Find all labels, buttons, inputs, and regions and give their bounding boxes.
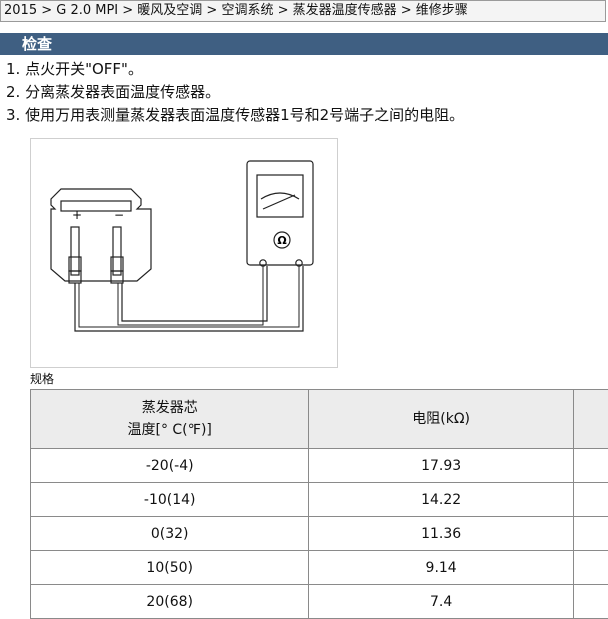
- header-extra: [573, 390, 608, 449]
- table-header-row: 蒸发器芯 温度[° C(℉)] 电阻(kΩ): [31, 390, 608, 449]
- cell-extra: [573, 551, 608, 585]
- cell-temperature: 0(32): [31, 517, 309, 551]
- cell-temperature: 10(50): [31, 551, 309, 585]
- spec-table: 蒸发器芯 温度[° C(℉)] 电阻(kΩ) -20(-4) 17.93 -10…: [30, 389, 608, 619]
- cell-resistance: 9.14: [309, 551, 573, 585]
- section-title: 检查: [22, 34, 52, 54]
- table-row: 0(32) 11.36: [31, 517, 608, 551]
- step-item: 3. 使用万用表测量蒸发器表面温度传感器1号和2号端子之间的电阻。: [6, 104, 464, 127]
- multimeter-diagram: + − Ω: [30, 138, 338, 368]
- breadcrumb[interactable]: 2015 > G 2.0 MPI > 暖风及空调 > 空调系统 > 蒸发器温度传…: [0, 0, 606, 22]
- cell-resistance: 14.22: [309, 483, 573, 517]
- cell-resistance: 11.36: [309, 517, 573, 551]
- probe-right: [113, 227, 121, 275]
- sensor-connector: [51, 189, 151, 281]
- section-header: 检查: [0, 33, 608, 55]
- cell-extra: [573, 449, 608, 483]
- multimeter-display: [257, 175, 303, 217]
- minus-label: −: [114, 208, 124, 222]
- table-row: 20(68) 7.4: [31, 585, 608, 619]
- spec-label: 规格: [30, 371, 54, 387]
- table-row: -10(14) 14.22: [31, 483, 608, 517]
- cell-resistance: 17.93: [309, 449, 573, 483]
- table-row: 10(50) 9.14: [31, 551, 608, 585]
- header-temperature: 蒸发器芯 温度[° C(℉)]: [31, 390, 309, 449]
- probe-left: [71, 227, 79, 275]
- cell-resistance: 7.4: [309, 585, 573, 619]
- header-resistance: 电阻(kΩ): [309, 390, 573, 449]
- wiring-illustration: + − Ω: [31, 139, 337, 367]
- step-item: 1. 点火开关"OFF"。: [6, 58, 464, 81]
- step-item: 2. 分离蒸发器表面温度传感器。: [6, 81, 464, 104]
- step-list: 1. 点火开关"OFF"。 2. 分离蒸发器表面温度传感器。 3. 使用万用表测…: [6, 58, 464, 127]
- plus-label: +: [72, 208, 82, 222]
- table-row: -20(-4) 17.93: [31, 449, 608, 483]
- cell-temperature: -10(14): [31, 483, 309, 517]
- cell-extra: [573, 517, 608, 551]
- cell-extra: [573, 585, 608, 619]
- cell-extra: [573, 483, 608, 517]
- cell-temperature: 20(68): [31, 585, 309, 619]
- ohm-icon: Ω: [277, 234, 287, 247]
- cell-temperature: -20(-4): [31, 449, 309, 483]
